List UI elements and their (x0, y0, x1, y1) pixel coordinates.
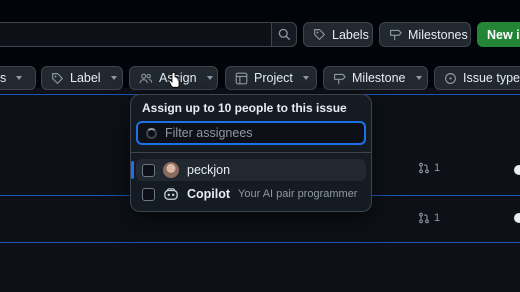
dropdown-divider (131, 152, 371, 153)
filter-milestone-button[interactable]: Milestone (323, 66, 428, 90)
mouse-cursor-icon (168, 72, 180, 88)
filter-project-label: Project (254, 71, 293, 85)
milestone-icon (333, 72, 346, 85)
milestones-button-label: Milestones (408, 27, 468, 42)
row-divider (0, 242, 520, 243)
chevron-down-icon (302, 76, 309, 80)
pull-request-icon (418, 162, 430, 174)
assignee-checkbox[interactable] (142, 163, 155, 177)
assignee-description: Your AI pair programmer (238, 188, 358, 200)
filter-assignees-input[interactable] (165, 126, 345, 140)
active-indicator (131, 161, 134, 179)
chevron-down-icon (415, 76, 422, 80)
filter-label-label: Label (70, 71, 101, 85)
chevron-down-icon (206, 76, 213, 80)
linked-pr-count: 1 (418, 162, 440, 174)
assignee-avatar[interactable] (514, 165, 520, 175)
issue-type-icon (444, 72, 457, 85)
user-avatar (163, 162, 179, 178)
assignee-checkbox[interactable] (142, 187, 155, 201)
linked-pr-count-value: 1 (434, 162, 441, 174)
tag-icon (51, 72, 64, 85)
milestone-icon (389, 28, 402, 41)
tag-icon (313, 28, 326, 41)
people-icon (139, 72, 153, 85)
linked-pr-count-value: 1 (434, 212, 441, 224)
assignee-name: Copilot (187, 187, 231, 201)
new-issue-button[interactable]: New is (477, 22, 520, 47)
loading-spinner-icon (146, 127, 157, 139)
filter-project-button[interactable]: Project (225, 66, 317, 90)
labels-button[interactable]: Labels (303, 22, 373, 47)
assignee-dropdown: Assign up to 10 people to this issue pec… (130, 94, 372, 212)
pull-request-icon (418, 212, 430, 224)
search-button[interactable] (271, 22, 297, 47)
linked-pr-count: 1 (418, 212, 440, 224)
dropdown-title: Assign up to 10 people to this issue (142, 101, 347, 115)
milestones-button[interactable]: Milestones (379, 22, 471, 47)
filter-author-label: s (0, 71, 7, 85)
assignee-name: peckjon (187, 163, 231, 177)
search-icon (278, 28, 291, 41)
filter-label-button[interactable]: Label (41, 66, 123, 90)
filter-author-button[interactable]: s (0, 66, 36, 90)
filter-assignees-field[interactable] (136, 121, 366, 145)
filter-issue-type-label: Issue type (463, 71, 520, 85)
assignee-option-copilot[interactable]: Copilot Your AI pair programmer (136, 183, 366, 205)
filter-bar: s Label Assign Project Milestone Issue t (0, 66, 520, 90)
filter-issue-type-button[interactable]: Issue type (434, 66, 520, 90)
issues-search-input[interactable] (0, 22, 273, 47)
assignee-avatar[interactable] (514, 213, 520, 223)
chevron-down-icon (110, 76, 117, 80)
labels-button-label: Labels (332, 27, 369, 42)
project-icon (235, 72, 248, 85)
assignee-option-peckjon[interactable]: peckjon (131, 159, 366, 181)
filter-milestone-label: Milestone (352, 71, 406, 85)
copilot-icon (163, 187, 179, 201)
chevron-down-icon (16, 76, 23, 80)
